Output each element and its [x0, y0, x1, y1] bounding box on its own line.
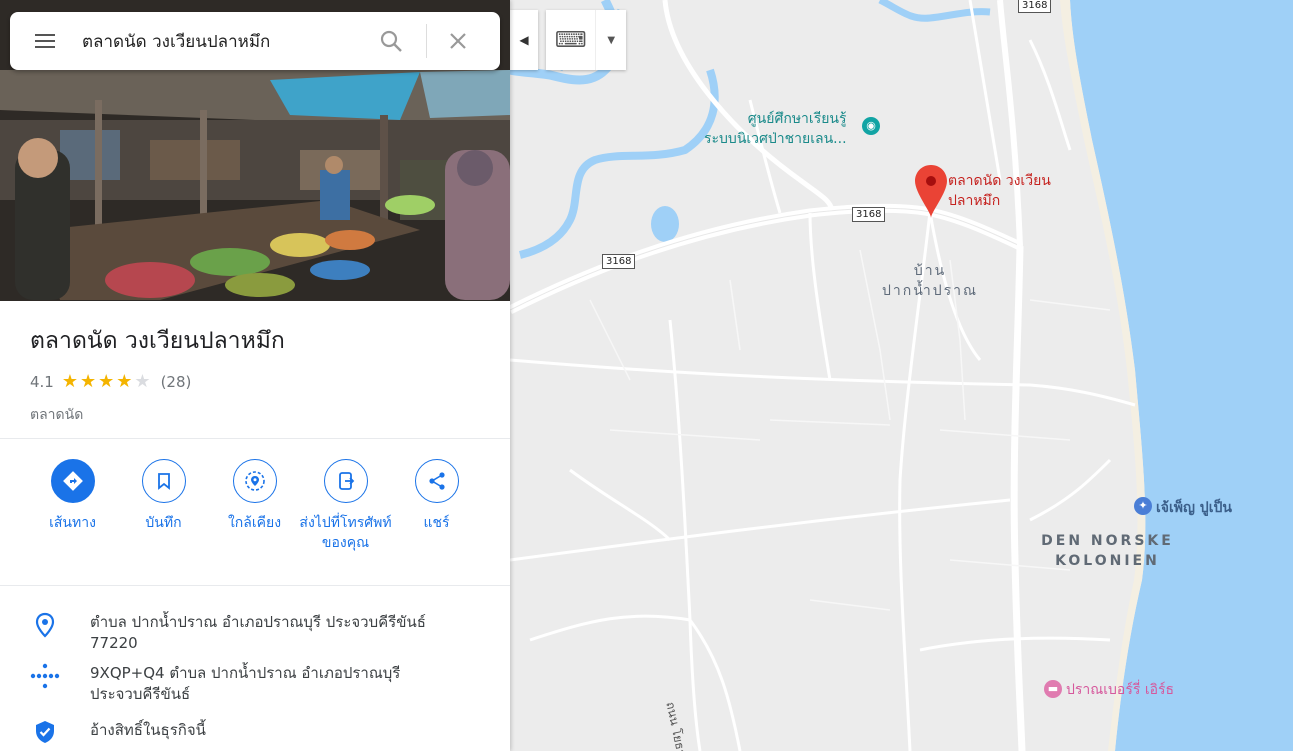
send-to-phone-icon — [323, 459, 368, 503]
plus-code-row[interactable]: 9XQP+Q4 ตำบล ปากน้ำปราณ อำเภอปราณบุรี ปร… — [0, 663, 510, 705]
verified-shield-icon — [0, 720, 90, 744]
menu-icon[interactable] — [10, 29, 80, 53]
place-header: ตลาดนัด วงเวียนปลาหมึก 4.1 ★★★★★ (28) ตล… — [0, 301, 510, 426]
claim-business-text: อ้างสิทธิ์ในธุรกิจนี้ — [90, 721, 206, 739]
star-icon: ★ — [116, 371, 135, 392]
road-shield: 3168 — [602, 254, 636, 269]
review-count[interactable]: (28) — [161, 373, 192, 391]
address-text: ตำบล ปากน้ำปราณ อำเภอปราณบุรี ประจวบคีรี… — [90, 613, 426, 652]
area-label-village: บ้าน ปากน้ำปราณ — [882, 263, 978, 299]
poi-jaoping[interactable]: เจ้เพ็ญ ปูเป็น — [1156, 498, 1232, 518]
share-icon — [414, 459, 459, 503]
search-icon[interactable] — [374, 29, 408, 53]
nearby-icon — [232, 459, 277, 503]
collapse-panel-button[interactable]: ◀ — [510, 10, 538, 70]
claim-business-row[interactable]: อ้างสิทธิ์ในธุรกิจนี้ — [0, 720, 510, 744]
share-button[interactable]: แชร์ — [391, 459, 482, 553]
directions-button[interactable]: เส้นทาง — [27, 459, 118, 553]
close-icon[interactable] — [441, 31, 475, 51]
save-button[interactable]: บันทึก — [118, 459, 209, 553]
place-title: ตลาดนัด วงเวียนปลาหมึก — [30, 328, 285, 354]
place-category[interactable]: ตลาดนัด — [30, 404, 510, 426]
area-label-den-norske: DEN NORSKE KOLONIEN — [1041, 533, 1174, 569]
map-controls: ◀ ⌨ ▼ — [510, 10, 626, 70]
save-label: บันทึก — [145, 515, 182, 531]
road-shield: 3168 — [1018, 0, 1052, 13]
share-label: แชร์ — [423, 515, 450, 531]
send-to-phone-button[interactable]: ส่งไปที่โทรศัพท์ของคุณ — [299, 459, 392, 553]
rating-value: 4.1 — [30, 372, 54, 391]
directions-icon — [50, 459, 95, 503]
divider — [0, 438, 510, 439]
map-canvas[interactable]: ◀ ⌨ ▼ 3168 3168 3168 ศูนย์ศึกษาเรียนรู้ … — [510, 0, 1293, 751]
rating-stars: ★★★★★ — [62, 371, 153, 392]
poi-resort[interactable]: ปราณเบอร์รี่ เอิร์ธ — [1066, 680, 1174, 700]
food-icon[interactable]: ✦ — [1134, 497, 1152, 515]
star-icon: ★ — [98, 371, 117, 392]
caret-down-icon[interactable]: ▼ — [595, 10, 626, 70]
hotel-icon[interactable]: ▬ — [1044, 680, 1062, 698]
address-row[interactable]: ตำบล ปากน้ำปราณ อำเภอปราณบุรี ประจวบคีรี… — [0, 612, 510, 654]
poi-market-label[interactable]: ตลาดนัด วงเวียน ปลาหมึก — [948, 171, 1051, 211]
nearby-button[interactable]: ใกล้เคียง — [209, 459, 300, 553]
bookmark-icon — [141, 459, 186, 503]
rating-row[interactable]: 4.1 ★★★★★ (28) — [30, 371, 510, 392]
map-base — [510, 0, 1293, 751]
search-box — [10, 12, 500, 70]
divider — [0, 585, 510, 586]
action-bar: เส้นทาง บันทึก ใกล้เคียง ส่งไปที่โทรศัพท… — [0, 459, 510, 553]
nearby-label: ใกล้เคียง — [227, 515, 282, 531]
star-icon: ★ — [61, 371, 80, 392]
star-icon: ★ — [80, 371, 99, 392]
plus-code-text: 9XQP+Q4 ตำบล ปากน้ำปราณ อำเภอปราณบุรี ปร… — [90, 664, 401, 703]
star-empty-icon: ★ — [134, 371, 153, 392]
road-shield: 3168 — [852, 207, 886, 222]
camera-icon[interactable]: ◉ — [862, 117, 880, 135]
directions-label: เส้นทาง — [49, 515, 96, 531]
place-panel: ตลาดนัด วงเวียนปลาหมึก 4.1 ★★★★★ (28) ตล… — [0, 0, 510, 751]
place-photo[interactable] — [0, 0, 510, 301]
location-pin-icon — [0, 612, 90, 654]
search-divider — [426, 24, 427, 58]
poi-learning-center[interactable]: ศูนย์ศึกษาเรียนรู้ ระบบนิเวศป่าชายเลน... — [704, 109, 847, 149]
caret-left-icon: ◀ — [519, 33, 529, 47]
send-to-phone-label: ส่งไปที่โทรศัพท์ของคุณ — [299, 515, 392, 551]
plus-code-icon — [0, 663, 90, 705]
input-tools: ⌨ ▼ — [546, 10, 626, 70]
keyboard-icon[interactable]: ⌨ — [546, 28, 595, 53]
search-input[interactable] — [80, 30, 374, 52]
